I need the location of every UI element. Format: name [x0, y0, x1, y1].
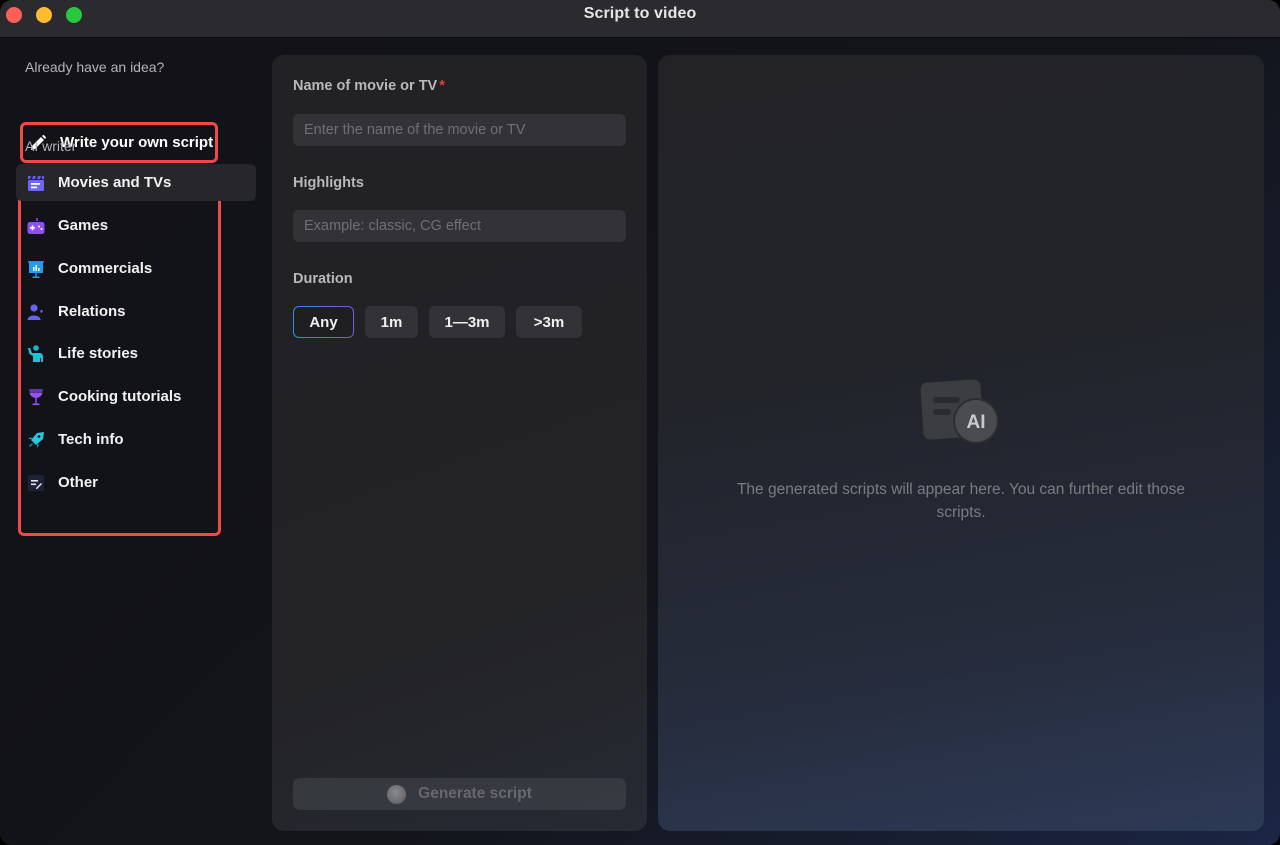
script-form-panel: Name of movie or TV* Highlights Duration…: [272, 55, 647, 831]
sidebar-heading: Already have an idea?: [25, 59, 165, 75]
sidebar-item-label: Cooking tutorials: [58, 388, 182, 405]
sidebar-item-other[interactable]: Other: [16, 464, 256, 501]
loading-spinner-icon: [387, 784, 407, 804]
highlights-input[interactable]: [293, 210, 626, 242]
ai-badge-text: AI: [967, 412, 986, 433]
window-title: Script to video: [583, 5, 697, 22]
duration-label: Duration: [293, 271, 353, 287]
sidebar-item-tech-info[interactable]: Tech info: [16, 421, 256, 458]
required-mark: *: [439, 78, 445, 94]
movie-name-input[interactable]: [293, 114, 626, 146]
sidebar-item-games[interactable]: Games: [16, 207, 256, 244]
generate-script-label: Generate script: [418, 785, 532, 802]
sidebar-item-label: Relations: [58, 303, 126, 320]
presentation-icon: [26, 259, 46, 279]
highlights-label: Highlights: [293, 175, 364, 191]
duration-option-1m[interactable]: 1m: [365, 306, 418, 338]
duration-option-any[interactable]: Any: [293, 306, 354, 338]
sidebar-item-label: Games: [58, 217, 109, 234]
person-heart-icon: [26, 302, 46, 322]
generate-script-button[interactable]: Generate script: [293, 778, 626, 810]
duration-options: Any 1m 1—3m >3m: [293, 306, 582, 338]
sidebar-item-commercials[interactable]: Commercials: [16, 250, 256, 287]
sidebar-item-life-stories[interactable]: Life stories: [16, 335, 256, 372]
sidebar-item-cooking-tutorials[interactable]: Cooking tutorials: [16, 378, 256, 415]
sidebar-item-label: Commercials: [58, 260, 153, 277]
rocket-icon: [26, 430, 46, 450]
sidebar: Already have an idea? Write your own scr…: [0, 39, 265, 845]
empty-state-message: The generated scripts will appear here. …: [736, 481, 1186, 521]
wine-glass-icon: [26, 387, 46, 407]
app-window: Script to video Already have an idea? Wr…: [0, 0, 1280, 845]
duration-option-1-3m[interactable]: 1—3m: [429, 306, 505, 338]
sidebar-item-label: Tech info: [58, 431, 124, 448]
duration-option-over-3m[interactable]: >3m: [516, 306, 582, 338]
note-edit-icon: [26, 473, 46, 493]
gamepad-icon: [26, 216, 46, 236]
person-waving-icon: [26, 344, 46, 364]
ai-script-icon: AI: [920, 378, 1002, 448]
sidebar-item-movies-and-tvs[interactable]: Movies and TVs: [16, 164, 256, 201]
movie-name-label-text: Name of movie or TV: [293, 78, 438, 94]
sidebar-item-label: Other: [58, 474, 99, 491]
sidebar-item-relations[interactable]: Relations: [16, 293, 256, 330]
script-preview-panel: AI The generated scripts will appear her…: [658, 55, 1264, 831]
ai-writer-label: AI writer: [25, 138, 77, 154]
sidebar-item-label: Life stories: [58, 345, 139, 362]
clapperboard-icon: [26, 173, 46, 193]
movie-name-label: Name of movie or TV *: [293, 78, 445, 94]
write-own-script-label: Write your own script: [60, 134, 214, 151]
sidebar-item-label: Movies and TVs: [58, 174, 172, 191]
title-bar: Script to video: [0, 0, 1280, 38]
